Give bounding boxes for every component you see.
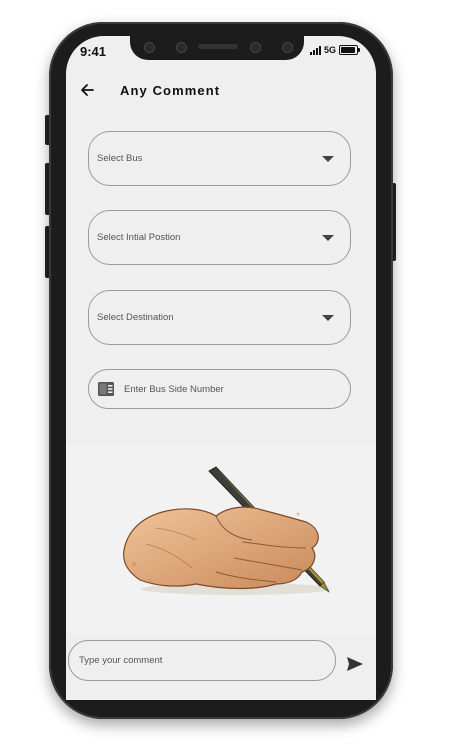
send-icon[interactable]: [346, 656, 364, 672]
network-type: 5G: [324, 45, 337, 55]
id-card-icon: [98, 382, 114, 396]
earpiece-speaker: [198, 44, 238, 49]
signal-icon: [310, 45, 321, 55]
select-bus-dropdown[interactable]: Select Bus: [88, 131, 351, 186]
status-time: 9:41: [80, 44, 107, 59]
comment-input[interactable]: [68, 640, 336, 681]
caret-down-icon: [322, 156, 334, 162]
illustration-area: [66, 444, 376, 634]
arrow-left-icon[interactable]: [79, 82, 95, 98]
select-initial-position-dropdown[interactable]: Select Intial Postion: [88, 210, 351, 265]
sensor-dot: [282, 42, 293, 53]
select-initial-position-label: Select Intial Postion: [97, 232, 181, 243]
select-destination-dropdown[interactable]: Select Destination: [88, 290, 351, 345]
page-title: Any Comment: [120, 83, 221, 98]
select-destination-label: Select Destination: [97, 312, 174, 323]
camera-lens: [250, 42, 261, 53]
phone-notch: [130, 36, 304, 60]
sensor-dot: [176, 42, 187, 53]
status-indicators: 5G: [310, 45, 361, 55]
select-bus-label: Select Bus: [97, 153, 143, 164]
caret-down-icon: [322, 315, 334, 321]
caret-down-icon: [322, 235, 334, 241]
bus-side-number-placeholder: Enter Bus Side Number: [124, 384, 224, 395]
hand-writing-illustration: [123, 466, 331, 595]
battery-icon: [339, 45, 361, 55]
bus-side-number-field[interactable]: Enter Bus Side Number: [88, 369, 351, 409]
sensor-dot: [144, 42, 155, 53]
